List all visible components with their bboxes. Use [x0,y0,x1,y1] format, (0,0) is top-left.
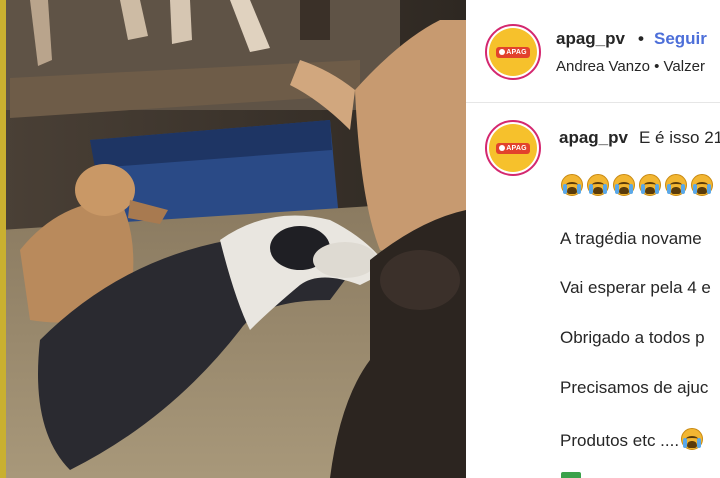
logo-text: APAG [506,144,527,152]
caption-line: Produtos etc .... [560,431,680,450]
caption-avatar[interactable]: APAG [485,120,541,176]
crying-face-emoji-icon [639,174,661,196]
apag-logo: APAG [496,142,530,154]
caption-line: A tragédia novame [560,229,702,248]
separator-dot: • [638,29,644,48]
crying-face-emoji-icon [681,428,704,450]
crying-face-emoji-icon [613,174,635,196]
crying-face-emoji-icon [587,174,609,196]
follow-button[interactable]: Seguir [654,29,707,49]
caption-username[interactable]: apag_pv [559,128,628,148]
emoji-row [561,174,713,196]
avatar[interactable]: APAG [485,24,541,80]
audio-credit[interactable]: Andrea Vanzo • Valzer [556,58,705,75]
crying-face-emoji-icon [665,174,687,196]
crying-face-emoji-icon [691,174,713,196]
apag-logo: APAG [496,46,530,58]
crying-face-emoji-icon [561,174,583,196]
media-edge-strip [0,0,6,478]
media-image [0,0,466,478]
post-panel: APAG apag_pv • Seguir Andrea Vanzo • Val… [466,0,720,478]
post-username[interactable]: apag_pv [556,29,625,49]
caption-line: Vai esperar pela 4 e [560,278,711,297]
paw-icon [499,49,506,55]
caption-line: Precisamos de ajuc [560,378,709,397]
check-mark-emoji-icon [561,472,581,478]
paw-icon [499,145,506,151]
caption-line-wrap: Produtos etc .... [560,428,704,451]
post-media[interactable] [0,0,466,478]
logo-text: APAG [506,48,527,56]
avatar-logo: APAG [489,124,537,172]
caption-first-line: E é isso 21 [639,128,720,147]
caption-line: Obrigado a todos p [560,328,705,347]
post-header: APAG apag_pv • Seguir Andrea Vanzo • Val… [466,0,720,103]
avatar-logo: APAG [489,28,537,76]
